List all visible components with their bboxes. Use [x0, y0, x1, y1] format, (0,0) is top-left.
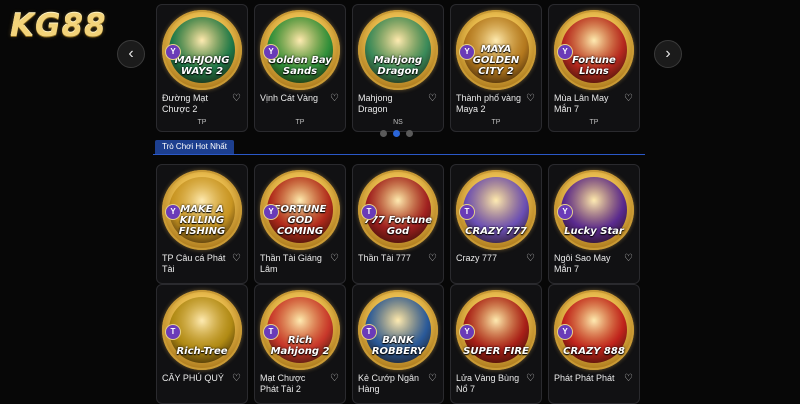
game-logo-text: CRAZY 888 — [563, 346, 625, 357]
game-name: Lửa Vàng Bùng Nổ 7 — [456, 373, 520, 394]
game-thumbnail[interactable]: Rich Mahjong 2T — [260, 290, 340, 370]
game-name: Thần Tài 777 — [358, 253, 411, 263]
game-name: Mùa Lân May Mắn 7 — [554, 93, 609, 114]
game-logo-text: Lucky Star — [564, 226, 624, 237]
game-card[interactable]: 777 Fortune God T Thần Tài 777 ♡ — [352, 164, 444, 284]
game-card[interactable]: MAHJONG WAYS 2 Y Đường Mạt Chược 2 ♡ TP — [156, 4, 248, 132]
game-logo-text: CRAZY 777 — [465, 226, 527, 237]
game-card[interactable]: Lucky Star Y Ngôi Sao May Mắn 7 ♡ — [548, 164, 640, 284]
game-card[interactable]: BANK ROBBERY T Kẻ Cướp Ngân Hàng ♡ — [352, 284, 444, 404]
carousel-dots — [380, 130, 413, 137]
game-card[interactable]: MAYA GOLDEN CITY 2 Y Thành phố vàng Maya 2… — [450, 4, 542, 132]
game-card[interactable]: SUPER FIRE Y Lửa Vàng Bùng Nổ 7 ♡ — [450, 284, 542, 404]
game-name: Vịnh Cát Vàng — [260, 93, 319, 103]
heart-icon[interactable]: ♡ — [232, 253, 241, 264]
game-card[interactable]: FORTUNE GOD COMING Y Thần Tài Giáng Lâm ♡ — [254, 164, 346, 284]
game-card[interactable]: Golden Bay Sands Y Vịnh Cát Vàng ♡ TP — [254, 4, 346, 132]
provider-chip-icon: Y — [165, 204, 181, 220]
game-logo-text: Rich-Tree — [176, 346, 228, 357]
game-thumbnail[interactable]: Lucky Star Y — [554, 170, 634, 250]
provider-code: NS — [393, 119, 403, 126]
provider-chip-icon: Y — [165, 44, 181, 60]
game-thumbnail[interactable]: Rich-Tree T — [162, 290, 242, 370]
heart-icon[interactable]: ♡ — [624, 253, 633, 264]
heart-icon[interactable]: ♡ — [330, 93, 339, 104]
heart-icon[interactable]: ♡ — [428, 93, 437, 104]
section-divider — [153, 154, 645, 155]
game-name: CÂY PHÚ QUÝ — [162, 373, 224, 383]
heart-icon[interactable]: ♡ — [330, 253, 339, 264]
game-thumbnail[interactable]: 777 Fortune God T — [358, 170, 438, 250]
provider-chip-icon: Y — [557, 44, 573, 60]
game-thumbnail[interactable]: SUPER FIRE Y — [456, 290, 536, 370]
provider-chip-icon: Y — [263, 204, 279, 220]
provider-chip-icon: T — [361, 204, 377, 220]
heart-icon[interactable]: ♡ — [428, 373, 437, 384]
game-name: Kẻ Cướp Ngân Hàng — [358, 373, 419, 394]
logo-text: KG88 — [10, 8, 107, 44]
game-name: TP Câu cá Phát Tài — [162, 253, 226, 274]
provider-chip-icon: Y — [557, 204, 573, 220]
game-thumbnail[interactable]: Golden Bay Sands Y — [260, 10, 340, 90]
heart-icon[interactable]: ♡ — [232, 93, 241, 104]
heart-icon[interactable]: ♡ — [526, 253, 535, 264]
game-name: Crazy 777 — [456, 253, 498, 263]
chevron-left-icon: ‹ — [128, 45, 134, 62]
carousel-dot[interactable] — [393, 130, 400, 137]
provider-code: TP — [197, 119, 207, 126]
game-card[interactable]: MAKE A KILLING FISHING Y TP Câu cá Phát Tà… — [156, 164, 248, 284]
game-thumbnail[interactable]: MAKE A KILLING FISHING Y — [162, 170, 242, 250]
heart-icon[interactable]: ♡ — [526, 373, 535, 384]
game-name: Mahjong Dragon — [358, 93, 393, 114]
carousel-dot[interactable] — [406, 130, 413, 137]
game-name: Thành phố vàng Maya 2 — [456, 93, 522, 114]
heart-icon[interactable]: ♡ — [330, 373, 339, 384]
game-card[interactable]: CRAZY 777 T Crazy 777 ♡ — [450, 164, 542, 284]
provider-chip-icon: T — [361, 324, 377, 340]
provider-chip-icon: T — [459, 204, 475, 220]
game-thumbnail[interactable]: FORTUNE GOD COMING Y — [260, 170, 340, 250]
game-card[interactable]: Rich Mahjong 2 T Mạt Chược Phát Tài 2 ♡ — [254, 284, 346, 404]
game-card[interactable]: Fortune Lions Y Mùa Lân May Mắn 7 ♡ TP — [548, 4, 640, 132]
game-thumbnail[interactable]: BANK ROBBERY T — [358, 290, 438, 370]
game-thumbnail[interactable]: MAHJONG WAYS 2Y — [162, 10, 242, 90]
game-thumbnail[interactable]: Mahjong Dragon — [358, 10, 438, 90]
game-thumbnail[interactable]: Fortune Lions Y — [554, 10, 634, 90]
heart-icon[interactable]: ♡ — [232, 373, 241, 384]
carousel-prev-button[interactable]: ‹ — [117, 40, 145, 68]
game-name: Đường Mạt Chược 2 — [162, 93, 208, 114]
game-logo-text: Mahjong Dragon — [373, 55, 423, 77]
section-tab-hot-games[interactable]: Trò Chơi Hot Nhất — [155, 140, 234, 154]
provider-chip-icon: T — [263, 324, 279, 340]
provider-code: TP — [295, 119, 305, 126]
brand-logo[interactable]: KG88 — [10, 8, 145, 44]
carousel-next-button[interactable]: › — [654, 40, 682, 68]
game-thumbnail[interactable]: MAYA GOLDEN CITY 2Y — [456, 10, 536, 90]
game-card[interactable]: CRAZY 888 Y Phát Phát Phát ♡ — [548, 284, 640, 404]
game-name: Ngôi Sao May Mắn 7 — [554, 253, 611, 274]
heart-icon[interactable]: ♡ — [428, 253, 437, 264]
game-name: Phát Phát Phát — [554, 373, 615, 383]
game-card[interactable]: Mahjong Dragon Mahjong Dragon ♡ NS — [352, 4, 444, 132]
provider-chip-icon: Y — [263, 44, 279, 60]
game-thumbnail[interactable]: CRAZY 777 T — [456, 170, 536, 250]
game-name: Thần Tài Giáng Lâm — [260, 253, 322, 274]
game-thumbnail[interactable]: CRAZY 888 Y — [554, 290, 634, 370]
heart-icon[interactable]: ♡ — [526, 93, 535, 104]
provider-chip-icon: Y — [459, 324, 475, 340]
provider-code: TP — [491, 119, 501, 126]
chevron-right-icon: › — [665, 45, 671, 62]
provider-chip-icon: Y — [459, 44, 475, 60]
provider-code: TP — [589, 119, 599, 126]
game-logo-text: SUPER FIRE — [463, 346, 529, 357]
provider-chip-icon: Y — [557, 324, 573, 340]
game-name: Mạt Chược Phát Tài 2 — [260, 373, 306, 394]
heart-icon[interactable]: ♡ — [624, 93, 633, 104]
provider-chip-icon: T — [165, 324, 181, 340]
carousel-dot[interactable] — [380, 130, 387, 137]
game-card[interactable]: Rich-Tree T CÂY PHÚ QUÝ ♡ — [156, 284, 248, 404]
heart-icon[interactable]: ♡ — [624, 373, 633, 384]
